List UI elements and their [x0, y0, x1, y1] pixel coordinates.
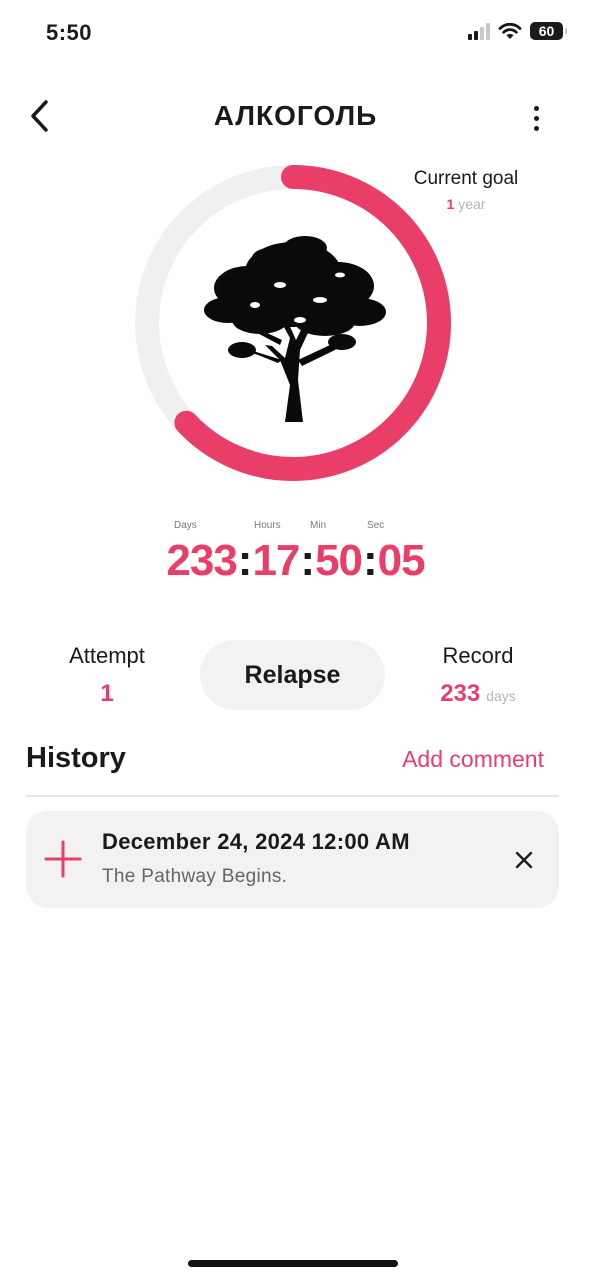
- timer-sec: 05: [377, 536, 426, 585]
- add-comment-link[interactable]: Add comment: [370, 746, 544, 773]
- timer-label-sec: Sec: [367, 520, 385, 531]
- elapsed-timer: 233:17:50:05: [166, 536, 426, 585]
- more-vertical-icon: [533, 105, 539, 111]
- plus-icon: [44, 840, 82, 878]
- timer-label-hours: Hours: [254, 520, 281, 531]
- record-value: 233 days: [408, 680, 548, 708]
- battery-icon: 60: [530, 22, 567, 40]
- current-goal-value: 1 year: [396, 196, 536, 212]
- goal-unit: year: [458, 196, 486, 212]
- goal-number: 1: [446, 196, 455, 212]
- attempt-value: 1: [100, 680, 114, 707]
- relapse-button[interactable]: Relapse: [200, 640, 385, 710]
- page-title: АЛКОГОЛЬ: [213, 100, 378, 131]
- timer-hours: 17: [252, 536, 300, 585]
- more-options-button[interactable]: [520, 98, 552, 138]
- history-entry[interactable]: [26, 811, 559, 908]
- status-time: 5:50: [46, 20, 93, 45]
- battery-level: 60: [538, 23, 555, 39]
- delete-entry-button[interactable]: [510, 846, 538, 874]
- history-entry-date: December 24, 2024 12:00 AM: [102, 829, 410, 854]
- attempt-label: Attempt: [69, 643, 145, 668]
- status-icons: 60: [468, 22, 567, 40]
- record-unit: days: [486, 688, 516, 704]
- home-indicator[interactable]: [188, 1260, 398, 1267]
- timer-label-min: Min: [310, 520, 327, 531]
- history-entry-text: The Pathway Begins.: [102, 866, 288, 887]
- timer-label-days: Days: [174, 520, 197, 531]
- timer-min: 50: [315, 536, 363, 585]
- divider: [26, 795, 559, 797]
- record-label: Record: [442, 643, 514, 668]
- close-icon: [515, 851, 533, 869]
- history-title: History: [26, 742, 126, 774]
- signal-icon: [468, 22, 490, 40]
- wifi-icon: [498, 22, 522, 39]
- current-goal-label: Current goal: [413, 168, 519, 189]
- tree-icon: [204, 236, 386, 422]
- record-number: 233: [440, 680, 481, 707]
- timer-days: 233: [166, 536, 237, 585]
